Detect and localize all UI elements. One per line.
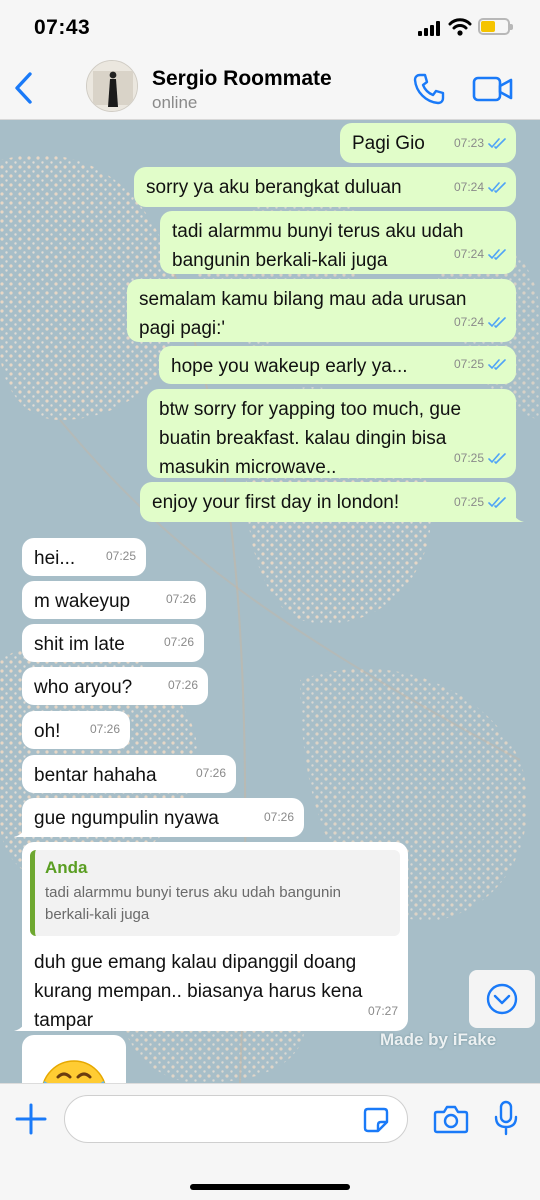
message-time: 07:27 (367, 1004, 398, 1018)
message-time: 07:26 (163, 635, 194, 649)
watermark: Made by iFake (380, 1030, 497, 1049)
message-bubble-outgoing[interactable]: hope you wakeup early ya... 07:25 (159, 346, 516, 384)
message-bubble-outgoing[interactable]: semalam kamu bilang mau ada urusan pagi … (127, 279, 516, 342)
microphone-icon[interactable] (494, 1100, 518, 1136)
message-bubble-incoming[interactable]: shit im late 07:26 (22, 624, 204, 662)
message-bubble-outgoing[interactable]: enjoy your first day in london! 07:25 (140, 482, 524, 522)
contact-name[interactable]: Sergio Roommate (152, 67, 332, 91)
message-text: sorry ya aku berangkat duluan (146, 177, 402, 198)
home-indicator (190, 1184, 350, 1190)
plus-icon[interactable] (14, 1102, 48, 1136)
bubble-tail (14, 1017, 28, 1031)
message-time: 07:23 (453, 136, 484, 150)
message-text: enjoy your first day in london! (152, 492, 400, 513)
wifi-icon (448, 18, 472, 36)
message-bubble-outgoing[interactable]: sorry ya aku berangkat duluan 07:24 (134, 167, 516, 207)
read-receipt-icon (488, 138, 506, 149)
read-receipt-icon (488, 497, 506, 508)
message-bubble-emoji[interactable] (22, 1035, 126, 1083)
message-bubble-incoming[interactable]: hei... 07:25 (22, 538, 146, 576)
message-time: 07:25 (453, 495, 484, 509)
sticker-icon[interactable] (362, 1106, 390, 1134)
message-text: semalam kamu bilang mau ada urusan pagi … (139, 289, 467, 339)
chat-header: Sergio Roommate online (0, 56, 540, 120)
cellular-signal-icon (418, 20, 442, 36)
message-time: 07:25 (105, 549, 136, 563)
message-text: gue ngumpulin nyawa (34, 808, 219, 829)
message-time: 07:24 (453, 247, 484, 261)
bubble-tail (14, 823, 28, 837)
phone-call-icon[interactable] (412, 72, 446, 106)
chat-area[interactable]: Pagi Gio 07:23 sorry ya aku berangkat du… (0, 120, 540, 1083)
message-bubble-outgoing[interactable]: tadi alarmmu bunyi terus aku udah bangun… (160, 211, 516, 274)
message-text: duh gue emang kalau dipanggil doang kura… (34, 952, 363, 1031)
message-time: 07:26 (263, 810, 294, 824)
message-bubble-incoming[interactable]: oh! 07:26 (22, 711, 130, 749)
battery-level (481, 21, 496, 32)
battery-icon (478, 18, 513, 35)
message-input[interactable] (64, 1095, 408, 1143)
status-time: 07:43 (34, 16, 91, 39)
contact-avatar[interactable] (86, 60, 138, 112)
video-call-icon[interactable] (472, 74, 514, 104)
message-time: 07:26 (195, 766, 226, 780)
message-bubble-incoming[interactable]: gue ngumpulin nyawa 07:26 (14, 798, 304, 837)
face-with-tears-of-joy-icon (42, 1060, 106, 1083)
status-bar: 07:43 (0, 0, 540, 56)
message-bubble-outgoing[interactable]: btw sorry for yapping too much, gue buat… (147, 389, 516, 478)
chevron-down-circle-icon (486, 983, 518, 1015)
message-time: 07:25 (453, 451, 484, 465)
message-bubble-outgoing[interactable]: Pagi Gio 07:23 (340, 123, 516, 163)
contact-status: online (152, 93, 198, 112)
bubble-tail (510, 508, 524, 522)
message-time: 07:25 (453, 357, 484, 371)
read-receipt-icon (488, 359, 506, 370)
message-time: 07:26 (167, 678, 198, 692)
message-time: 07:24 (453, 180, 484, 194)
message-time: 07:26 (165, 592, 196, 606)
read-receipt-icon (488, 249, 506, 260)
read-receipt-icon (488, 317, 506, 328)
message-bubble-incoming[interactable]: bentar hahaha 07:26 (22, 755, 236, 793)
quoted-text: tadi alarmmu bunyi terus aku udah bangun… (45, 884, 342, 923)
message-bubble-incoming[interactable]: who aryou? 07:26 (22, 667, 208, 705)
message-bubble-incoming[interactable]: m wakeyup 07:26 (22, 581, 206, 619)
quoted-message[interactable]: Anda tadi alarmmu bunyi terus aku udah b… (30, 850, 400, 936)
camera-icon[interactable] (433, 1104, 469, 1134)
back-chevron-icon[interactable] (12, 70, 36, 106)
message-bubble-reply[interactable]: Anda tadi alarmmu bunyi terus aku udah b… (14, 842, 408, 1031)
read-receipt-icon (488, 182, 506, 193)
composer-bar (0, 1083, 540, 1200)
quoted-sender: Anda (45, 858, 88, 877)
read-receipt-icon (488, 453, 506, 464)
scroll-to-bottom-button[interactable] (469, 970, 535, 1028)
message-time: 07:24 (453, 315, 484, 329)
message-time: 07:26 (89, 722, 120, 736)
